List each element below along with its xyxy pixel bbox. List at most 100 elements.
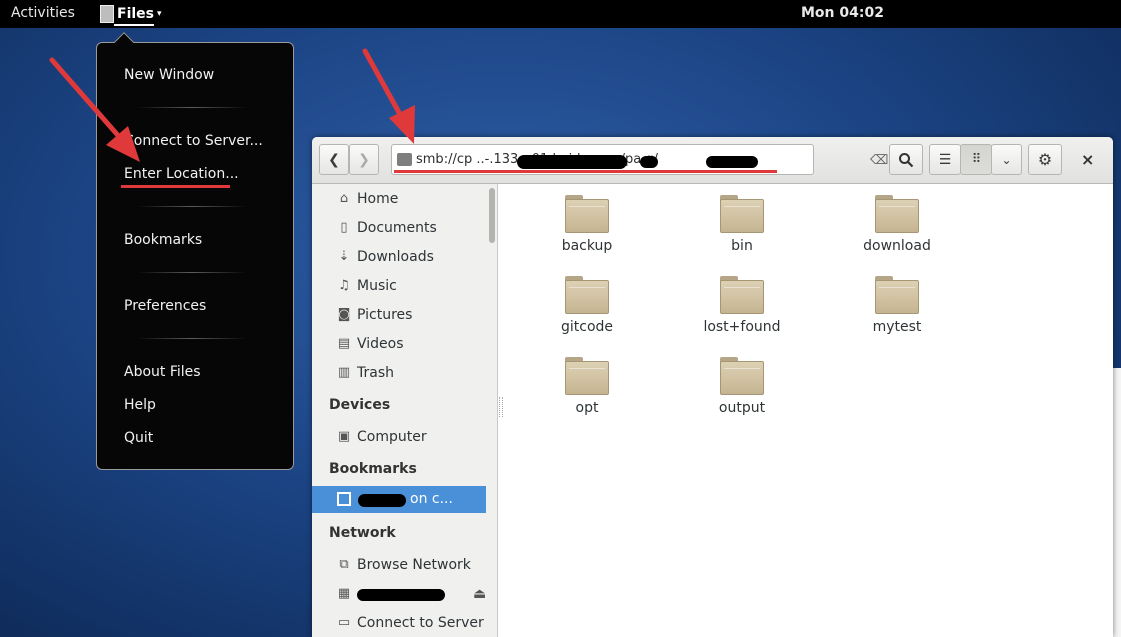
download-icon: ⇣ xyxy=(338,249,350,264)
folder-icon xyxy=(720,357,764,395)
sidebar-item-label: on c... xyxy=(410,491,453,507)
sidebar-item-label: Trash xyxy=(357,365,394,381)
menu-item-quit[interactable]: Quit xyxy=(124,430,153,446)
camera-icon: ◙ xyxy=(337,307,351,322)
folder-icon xyxy=(720,276,764,314)
menu-item-new-window[interactable]: New Window xyxy=(124,67,214,83)
menu-item-help[interactable]: Help xyxy=(124,397,156,413)
settings-button[interactable]: ⚙ xyxy=(1028,144,1062,175)
folder-icon xyxy=(875,276,919,314)
folder-name: lost+found xyxy=(703,319,781,335)
app-menu-label: Files xyxy=(117,6,154,22)
menu-item-enter-location[interactable]: Enter Location... xyxy=(124,166,239,182)
app-menu-button[interactable]: Files ▾ xyxy=(100,3,162,26)
sidebar-heading-network: Network xyxy=(329,525,396,541)
sidebar-item-bookmark-selected[interactable]: on c... xyxy=(312,486,486,513)
search-button[interactable] xyxy=(889,144,923,175)
grid-icon: ⠿ xyxy=(971,152,981,167)
chevron-right-icon: ❯ xyxy=(358,151,370,168)
redaction-mark xyxy=(706,156,758,168)
sidebar-item-music[interactable]: ♫ Music xyxy=(337,278,397,294)
header-bar: ❮ ❯ smb://cp ..-.133- -01.baidu.com/pa g… xyxy=(312,137,1113,184)
list-view-button[interactable]: ☰ xyxy=(929,144,961,175)
network-icon: ⧉ xyxy=(339,557,349,572)
folder-item[interactable]: output xyxy=(687,357,797,416)
sidebar-item-label: Downloads xyxy=(357,249,434,265)
clear-location-icon[interactable]: ⌫ xyxy=(870,153,888,168)
network-folder-icon: ▦ xyxy=(337,586,351,601)
folder-item[interactable]: gitcode xyxy=(532,276,642,335)
folder-item[interactable]: mytest xyxy=(842,276,952,335)
sidebar-scrollbar[interactable] xyxy=(489,188,495,243)
folder-name: output xyxy=(718,400,766,416)
eject-icon[interactable]: ⏏ xyxy=(473,586,486,602)
app-menu-popup: New Window Connect to Server... Enter Lo… xyxy=(96,32,294,470)
activities-button[interactable]: Activities xyxy=(11,5,75,21)
folder-item[interactable]: download xyxy=(842,195,952,254)
view-options-button[interactable]: ⌄ xyxy=(991,144,1022,175)
menu-item-connect-to-server[interactable]: Connect to Server... xyxy=(124,133,263,149)
background-window xyxy=(1113,368,1121,637)
folder-name: mytest xyxy=(872,319,922,335)
folder-item[interactable]: backup xyxy=(532,195,642,254)
clock[interactable]: Mon 04:02 xyxy=(801,5,884,21)
home-icon: ⌂ xyxy=(339,191,349,206)
menu-item-bookmarks[interactable]: Bookmarks xyxy=(124,232,202,248)
top-bar: Activities Files ▾ Mon 04:02 xyxy=(0,0,1121,28)
grid-view-button[interactable]: ⠿ xyxy=(960,144,992,175)
redaction-mark xyxy=(358,494,406,507)
sidebar-item-label: Videos xyxy=(357,336,404,352)
sidebar-item-label: Pictures xyxy=(357,307,413,323)
files-app-icon xyxy=(100,5,114,23)
menu-separator xyxy=(137,107,247,108)
search-icon xyxy=(899,152,914,167)
annotation-underline xyxy=(394,170,777,173)
server-icon: ▭ xyxy=(337,615,351,630)
sidebar-item-label: Home xyxy=(357,191,399,207)
folder-name: opt xyxy=(575,400,599,416)
sidebar-item-downloads[interactable]: ⇣ Downloads xyxy=(337,249,434,265)
folder-item[interactable]: lost+found xyxy=(687,276,797,335)
sidebar-item-connect-to-server[interactable]: ▭ Connect to Server xyxy=(337,615,484,631)
folder-icon xyxy=(720,195,764,233)
close-icon[interactable]: × xyxy=(1081,150,1094,169)
sidebar-item-label: Computer xyxy=(357,429,427,445)
sidebar-item-videos[interactable]: ▤ Videos xyxy=(337,336,404,352)
folder-icon xyxy=(565,195,609,233)
sidebar-item-computer[interactable]: ▣ Computer xyxy=(337,429,427,445)
menu-separator xyxy=(137,272,247,273)
menu-item-about-files[interactable]: About Files xyxy=(124,364,201,380)
app-menu-underline xyxy=(114,24,154,26)
sidebar-item-label: Music xyxy=(357,278,397,294)
annotation-underline xyxy=(121,185,230,188)
folder-item[interactable]: opt xyxy=(532,357,642,416)
sidebar-item-browse-network[interactable]: ⧉ Browse Network xyxy=(337,557,471,573)
redaction-mark xyxy=(517,155,627,169)
trash-icon: ▥ xyxy=(337,365,351,380)
sidebar-item-documents[interactable]: ▯ Documents xyxy=(337,220,436,236)
folder-icon xyxy=(565,357,609,395)
pane-resize-handle[interactable] xyxy=(499,397,503,417)
sidebar-item-label: Browse Network xyxy=(357,557,471,573)
sidebar: ⌂ Home ▯ Documents ⇣ Downloads ♫ Music ◙… xyxy=(312,184,498,637)
back-button[interactable]: ❮ xyxy=(319,144,349,175)
sidebar-item-trash[interactable]: ▥ Trash xyxy=(337,365,394,381)
document-icon: ▯ xyxy=(340,220,348,235)
sidebar-item-home[interactable]: ⌂ Home xyxy=(337,191,398,207)
forward-button[interactable]: ❯ xyxy=(349,144,379,175)
menu-separator xyxy=(137,338,247,339)
folder-icon xyxy=(397,153,412,166)
sidebar-item-pictures[interactable]: ◙ Pictures xyxy=(337,307,413,323)
music-icon: ♫ xyxy=(338,278,350,293)
list-icon: ☰ xyxy=(938,151,952,168)
film-icon: ▤ xyxy=(337,336,351,351)
annotation-arrow xyxy=(362,48,415,144)
folder-item[interactable]: bin xyxy=(687,195,797,254)
sidebar-item-label: Connect to Server xyxy=(357,615,484,631)
sidebar-heading-bookmarks: Bookmarks xyxy=(329,461,417,477)
menu-item-preferences[interactable]: Preferences xyxy=(124,298,206,314)
gear-icon: ⚙ xyxy=(1037,150,1053,169)
folder-icon xyxy=(565,276,609,314)
sidebar-item-mounted-share[interactable]: ▦ ⏏ xyxy=(337,586,486,602)
file-grid: backup bin download gitcode lost+found m… xyxy=(505,184,1113,637)
